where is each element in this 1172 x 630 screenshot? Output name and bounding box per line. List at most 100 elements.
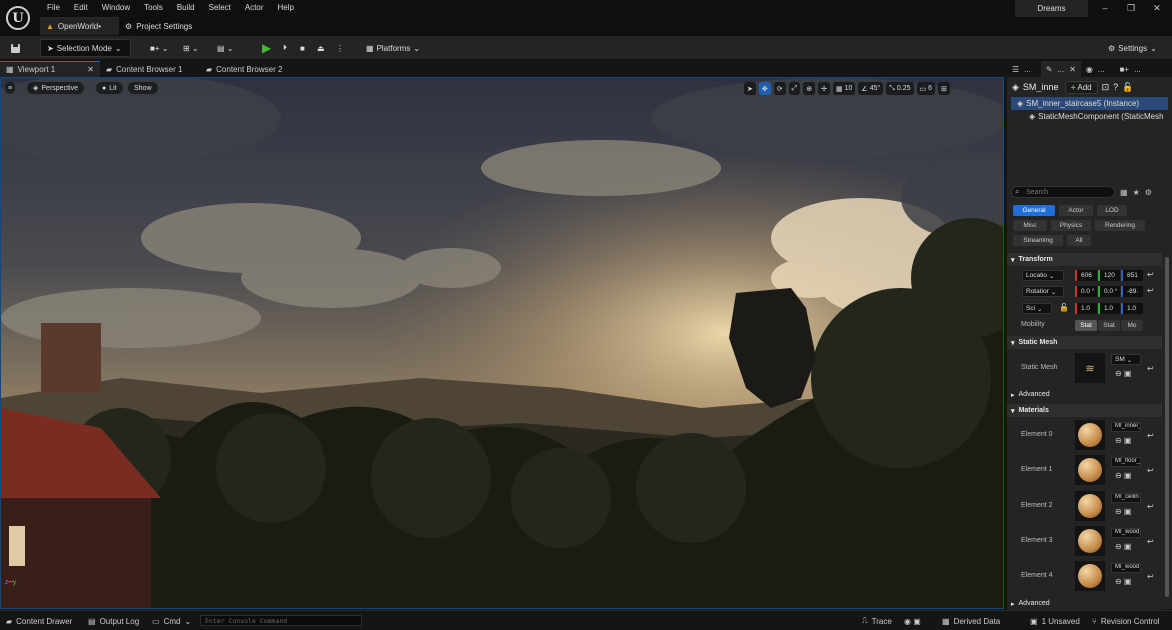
add-component-button[interactable]: + Add	[1064, 80, 1098, 94]
world-space-icon[interactable]: ⊕	[803, 82, 816, 95]
component-tree-item[interactable]: ◈ StaticMeshComponent (StaticMesh	[1007, 110, 1172, 123]
filter-general[interactable]: General	[1013, 205, 1055, 216]
content-drawer-button[interactable]: ▰ Content Drawer	[6, 615, 72, 627]
filter-streaming[interactable]: Streaming	[1013, 235, 1063, 246]
section-static-mesh[interactable]: ▾ Static Mesh	[1007, 336, 1162, 349]
tab-details[interactable]: ✎ ... ✕	[1040, 61, 1081, 77]
step-icon[interactable]: ⏵	[283, 39, 287, 57]
material-2-name[interactable]: MI_ceilin	[1111, 493, 1141, 503]
location-z[interactable]: 851	[1121, 270, 1143, 281]
close-button[interactable]: ✕	[1144, 0, 1170, 17]
use-selected-icon[interactable]: ⊖ ▣	[1115, 507, 1131, 516]
section-advanced[interactable]: ▸ Advanced	[1007, 388, 1162, 401]
tab-place-actors[interactable]: ■+ ...	[1115, 61, 1151, 77]
lock-icon[interactable]: 🔓	[1122, 82, 1133, 93]
material-1-name[interactable]: MI_floor_	[1111, 457, 1141, 467]
maximize-viewport-icon[interactable]: ⊞	[938, 82, 950, 95]
translate-tool-icon[interactable]: ✥	[758, 82, 771, 95]
trace-button[interactable]: ⎍ Trace	[862, 615, 892, 627]
reset-icon[interactable]: ↩	[1147, 431, 1154, 440]
tab-viewport-1[interactable]: ▦ Viewport 1 ✕	[0, 61, 100, 77]
menu-help[interactable]: Help	[271, 2, 301, 14]
menu-edit[interactable]: Edit	[67, 2, 95, 14]
show-dropdown[interactable]: Show	[128, 82, 158, 94]
material-1-thumbnail[interactable]	[1075, 455, 1105, 485]
revision-control-button[interactable]: ⑂ Revision Control	[1092, 615, 1160, 627]
rotation-snap-button[interactable]: ∠ 45°	[858, 82, 884, 95]
menu-tools[interactable]: Tools	[137, 2, 170, 14]
material-0-name[interactable]: MI_inner_	[1111, 422, 1141, 432]
viewport-menu-icon[interactable]: ≡	[5, 82, 16, 94]
blueprint-icon[interactable]: ⊞ ⌄	[183, 39, 199, 57]
reset-icon[interactable]: ↩	[1147, 364, 1154, 373]
material-3-name[interactable]: MI_wood	[1111, 528, 1141, 538]
console-input[interactable]: Enter Console Command	[200, 615, 362, 626]
menu-select[interactable]: Select	[202, 2, 238, 14]
mobility-static[interactable]: Stat	[1075, 320, 1097, 331]
scale-dropdown[interactable]: Sci ⌄	[1022, 303, 1052, 314]
reset-icon[interactable]: ↩	[1147, 502, 1154, 511]
material-0-thumbnail[interactable]	[1075, 420, 1105, 450]
star-icon[interactable]: ★	[1133, 188, 1140, 197]
location-x[interactable]: 606	[1075, 270, 1097, 281]
menu-actor[interactable]: Actor	[238, 2, 271, 14]
unreal-logo-icon[interactable]: U	[6, 6, 30, 30]
unsaved-button[interactable]: ▣ 1 Unsaved	[1030, 615, 1080, 627]
level-viewport[interactable]: ≡ ◈ Perspective ● Lit Show ➤ ✥ ⟳ ⤢ ⊕ ✢ ▦…	[0, 77, 1004, 609]
filter-lod[interactable]: LOD	[1097, 205, 1127, 216]
filter-actor[interactable]: Actor	[1059, 205, 1093, 216]
menu-file[interactable]: File	[40, 2, 67, 14]
material-2-thumbnail[interactable]	[1075, 491, 1105, 521]
rotation-dropdown[interactable]: Rotatior ⌄	[1022, 286, 1064, 297]
minimize-button[interactable]: –	[1092, 0, 1118, 17]
reset-icon[interactable]: ↩	[1147, 286, 1154, 295]
camera-speed-button[interactable]: ▭ 6	[916, 82, 936, 95]
material-3-thumbnail[interactable]	[1075, 526, 1105, 556]
tab-world-settings[interactable]: ◉ ...	[1081, 61, 1115, 77]
table-view-icon[interactable]: ▦	[1120, 188, 1128, 197]
selection-mode-dropdown[interactable]: ➤ Selection Mode ⌄	[40, 39, 131, 57]
reset-icon[interactable]: ↩	[1147, 466, 1154, 475]
static-mesh-thumbnail[interactable]: ≋	[1075, 353, 1105, 383]
select-tool-icon[interactable]: ➤	[744, 82, 756, 95]
filter-all[interactable]: All	[1067, 235, 1091, 246]
record-icon[interactable]: ◉ ▣	[904, 615, 921, 627]
stop-icon[interactable]: ■	[300, 39, 305, 57]
more-options-icon[interactable]: ⋮	[336, 39, 344, 57]
use-selected-icon[interactable]: ⊖ ▣	[1115, 369, 1131, 378]
use-selected-icon[interactable]: ⊖ ▣	[1115, 436, 1131, 445]
tab-project-settings[interactable]: ⚙ Project Settings	[119, 17, 210, 35]
scale-snap-button[interactable]: ⤡ 0.25	[886, 82, 914, 95]
tab-openworld[interactable]: ▲ OpenWorld•	[40, 17, 120, 35]
filter-physics[interactable]: Physics	[1051, 220, 1091, 231]
filter-misc[interactable]: Misc	[1013, 220, 1047, 231]
use-selected-icon[interactable]: ⊖ ▣	[1115, 577, 1131, 586]
tab-content-browser-2[interactable]: ▰ Content Browser 2	[200, 61, 300, 77]
scale-z[interactable]: 1.0	[1121, 303, 1143, 314]
derived-data-button[interactable]: ▦ Derived Data	[942, 615, 1000, 627]
menu-build[interactable]: Build	[170, 2, 202, 14]
scale-tool-icon[interactable]: ⤢	[788, 82, 801, 95]
close-icon[interactable]: ✕	[87, 65, 94, 74]
scale-x[interactable]: 1.0	[1075, 303, 1097, 314]
grid-snap-button[interactable]: ▦ 10	[832, 82, 856, 95]
scene-render[interactable]	[1, 78, 1004, 609]
section-advanced-materials[interactable]: ▸ Advanced	[1007, 597, 1162, 610]
cmd-dropdown[interactable]: ▭ Cmd ⌄	[152, 615, 191, 627]
settings-button[interactable]: ⚙ Settings ⌄	[1108, 39, 1157, 57]
eject-icon[interactable]: ⏏	[317, 39, 325, 57]
rotation-z[interactable]: -89.	[1121, 286, 1143, 297]
platforms-button[interactable]: ▦ Platforms ⌄	[366, 39, 420, 57]
use-selected-icon[interactable]: ⊖ ▣	[1115, 471, 1131, 480]
menu-window[interactable]: Window	[95, 2, 137, 14]
rotation-x[interactable]: 0.0 °	[1075, 286, 1097, 297]
location-dropdown[interactable]: Locatio ⌄	[1022, 270, 1064, 281]
blueprint-icon[interactable]: ⊡	[1102, 82, 1110, 93]
section-materials[interactable]: ▾ Materials	[1007, 404, 1162, 417]
static-mesh-dropdown[interactable]: SM ⌄	[1111, 354, 1141, 365]
material-4-thumbnail[interactable]	[1075, 561, 1105, 591]
details-scrollbar[interactable]	[1165, 257, 1169, 597]
surface-snap-icon[interactable]: ✢	[818, 82, 830, 95]
output-log-button[interactable]: ▤ Output Log	[88, 615, 139, 627]
reset-icon[interactable]: ↩	[1147, 572, 1154, 581]
